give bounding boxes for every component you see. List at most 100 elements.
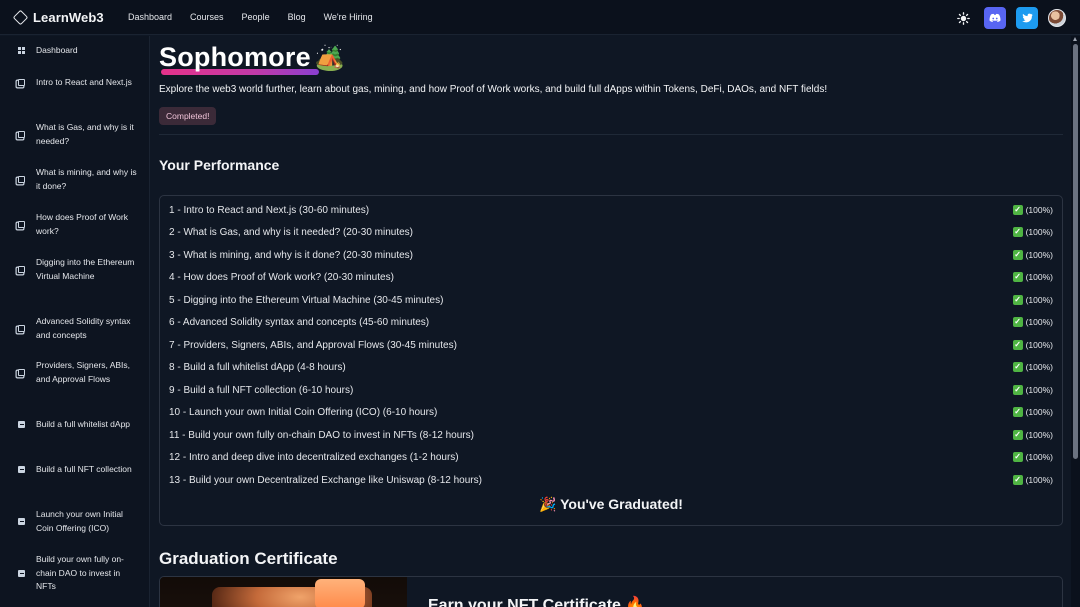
- sidebar-item-label: What is Gas, and why is it needed?: [36, 122, 134, 146]
- lesson-score: (100%): [1025, 407, 1053, 417]
- checkmark-icon: ✓: [1012, 407, 1023, 417]
- discord-button[interactable]: [984, 7, 1006, 29]
- checkmark-icon: ✓: [1012, 475, 1023, 485]
- sidebar-item-label: Intro to React and Next.js: [36, 77, 132, 87]
- page-scrollbar[interactable]: [1071, 36, 1080, 607]
- scrollbar-thumb[interactable]: [1073, 44, 1078, 459]
- brand-name: LearnWeb3: [33, 10, 104, 25]
- book-icon: [18, 325, 25, 332]
- sidebar-item-label: Build your own fully on-chain DAO to inv…: [36, 554, 124, 591]
- certificate-heading: Graduation Certificate: [159, 549, 338, 568]
- nav-link-hiring[interactable]: We're Hiring: [324, 12, 373, 22]
- nav-link-dashboard[interactable]: Dashboard: [128, 12, 172, 22]
- performance-row[interactable]: 5 - Digging into the Ethereum Virtual Ma…: [169, 289, 1053, 311]
- discord-icon: [989, 13, 1001, 22]
- lesson-score: (100%): [1025, 205, 1053, 215]
- book-icon: [18, 79, 25, 87]
- performance-row[interactable]: 12 - Intro and deep dive into decentrali…: [169, 446, 1053, 468]
- performance-row[interactable]: 13 - Build your own Decentralized Exchan…: [169, 469, 1053, 491]
- grid-icon: [18, 47, 25, 55]
- lesson-label: 11 - Build your own fully on-chain DAO t…: [169, 429, 474, 441]
- checkmark-icon: ✓: [1012, 250, 1023, 260]
- checkmark-icon: ✓: [1012, 227, 1023, 237]
- checkmark-icon: ✓: [1012, 452, 1023, 462]
- lesson-status: ✓ (100%): [1012, 407, 1053, 417]
- sidebar-item-ico[interactable]: Launch your own Initial Coin Offering (I…: [18, 508, 138, 535]
- main-content: Sophomore 🏕️ Explore the web3 world furth…: [151, 36, 1071, 607]
- page-description: Explore the web3 world further, learn ab…: [159, 84, 828, 95]
- sun-icon: [956, 11, 970, 25]
- document-icon: [18, 518, 25, 525]
- sidebar-item-label: What is mining, and why is it done?: [36, 167, 137, 191]
- lesson-label: 8 - Build a full whitelist dApp (4-8 hou…: [169, 361, 346, 373]
- book-icon: [18, 266, 25, 273]
- sidebar-item-advanced-solidity[interactable]: Advanced Solidity syntax and concepts: [18, 315, 138, 342]
- performance-row[interactable]: 6 - Advanced Solidity syntax and concept…: [169, 311, 1053, 333]
- nav-link-people[interactable]: People: [242, 12, 270, 22]
- sidebar-item-mining[interactable]: What is mining, and why is it done?: [18, 166, 138, 193]
- sidebar-item-label: Providers, Signers, ABIs, and Approval F…: [36, 360, 131, 384]
- sidebar-item-label: Digging into the Ethereum Virtual Machin…: [36, 257, 135, 281]
- performance-row[interactable]: 7 - Providers, Signers, ABIs, and Approv…: [169, 334, 1053, 356]
- theme-toggle-button[interactable]: [952, 7, 974, 29]
- sidebar-item-nft-collection[interactable]: Build a full NFT collection: [18, 463, 138, 477]
- sidebar-item-intro-react[interactable]: Intro to React and Next.js: [18, 76, 138, 90]
- checkmark-icon: ✓: [1012, 317, 1023, 327]
- lesson-status: ✓ (100%): [1012, 452, 1053, 462]
- performance-row[interactable]: 2 - What is Gas, and why is it needed? (…: [169, 221, 1053, 243]
- performance-row[interactable]: 4 - How does Proof of Work work? (20-30 …: [169, 266, 1053, 288]
- performance-row[interactable]: 11 - Build your own fully on-chain DAO t…: [169, 424, 1053, 446]
- checkmark-icon: ✓: [1012, 340, 1023, 350]
- performance-row[interactable]: 10 - Launch your own Initial Coin Offeri…: [169, 401, 1053, 423]
- scroll-up-arrow-icon[interactable]: [1073, 37, 1077, 41]
- lesson-score: (100%): [1025, 385, 1053, 395]
- lesson-status: ✓ (100%): [1012, 385, 1053, 395]
- lesson-score: (100%): [1025, 475, 1053, 485]
- performance-row[interactable]: 3 - What is mining, and why is it done? …: [169, 244, 1053, 266]
- twitter-button[interactable]: [1016, 7, 1038, 29]
- sidebar-item-whitelist-dapp[interactable]: Build a full whitelist dApp: [18, 418, 138, 432]
- sidebar-item-gas[interactable]: What is Gas, and why is it needed?: [18, 121, 138, 148]
- certificate-cta: Earn your NFT Certificate 🔥: [428, 597, 646, 607]
- checkmark-icon: ✓: [1012, 205, 1023, 215]
- twitter-icon: [1021, 13, 1033, 23]
- lesson-status: ✓ (100%): [1012, 340, 1053, 350]
- lesson-score: (100%): [1025, 227, 1053, 237]
- book-icon: [18, 176, 25, 183]
- sidebar-item-label: Launch your own Initial Coin Offering (I…: [36, 509, 123, 533]
- sidebar-item-label: Dashboard: [36, 45, 78, 55]
- certificate-image: [160, 577, 407, 607]
- user-avatar[interactable]: [1048, 9, 1066, 27]
- sidebar-item-evm[interactable]: Digging into the Ethereum Virtual Machin…: [18, 256, 138, 283]
- performance-row[interactable]: 1 - Intro to React and Next.js (30-60 mi…: [169, 199, 1053, 221]
- lesson-status: ✓ (100%): [1012, 317, 1053, 327]
- lesson-label: 3 - What is mining, and why is it done? …: [169, 249, 413, 261]
- divider: [159, 134, 1063, 135]
- book-icon: [18, 131, 25, 138]
- performance-row[interactable]: 8 - Build a full whitelist dApp (4-8 hou…: [169, 356, 1053, 378]
- certificate-card[interactable]: Earn your NFT Certificate 🔥: [159, 576, 1063, 607]
- sidebar-item-dao[interactable]: Build your own fully on-chain DAO to inv…: [18, 553, 138, 594]
- camping-icon: 🏕️: [314, 45, 345, 72]
- nav-link-blog[interactable]: Blog: [288, 12, 306, 22]
- sidebar-item-dashboard[interactable]: Dashboard: [18, 44, 138, 58]
- lesson-label: 12 - Intro and deep dive into decentrali…: [169, 451, 459, 463]
- lesson-label: 5 - Digging into the Ethereum Virtual Ma…: [169, 294, 444, 306]
- sidebar-item-proof-of-work[interactable]: How does Proof of Work work?: [18, 211, 138, 238]
- brand-logo[interactable]: LearnWeb3: [12, 9, 104, 26]
- sidebar-item-providers[interactable]: Providers, Signers, ABIs, and Approval F…: [18, 359, 138, 386]
- lesson-score: (100%): [1025, 430, 1053, 440]
- diamond-logo-icon: [12, 9, 29, 26]
- sidebar-item-label: Build a full NFT collection: [36, 464, 132, 474]
- sidebar-item-label: Build a full whitelist dApp: [36, 419, 131, 429]
- page-header: Sophomore 🏕️: [159, 42, 345, 75]
- performance-row[interactable]: 9 - Build a full NFT collection (6-10 ho…: [169, 379, 1053, 401]
- lesson-score: (100%): [1025, 362, 1053, 372]
- nav-link-courses[interactable]: Courses: [190, 12, 224, 22]
- lesson-score: (100%): [1025, 272, 1053, 282]
- lesson-label: 10 - Launch your own Initial Coin Offeri…: [169, 406, 438, 418]
- sidebar-item-label: Advanced Solidity syntax and concepts: [36, 316, 131, 340]
- lesson-label: 9 - Build a full NFT collection (6-10 ho…: [169, 384, 354, 396]
- certificate-highlight: [315, 579, 365, 607]
- lesson-score: (100%): [1025, 452, 1053, 462]
